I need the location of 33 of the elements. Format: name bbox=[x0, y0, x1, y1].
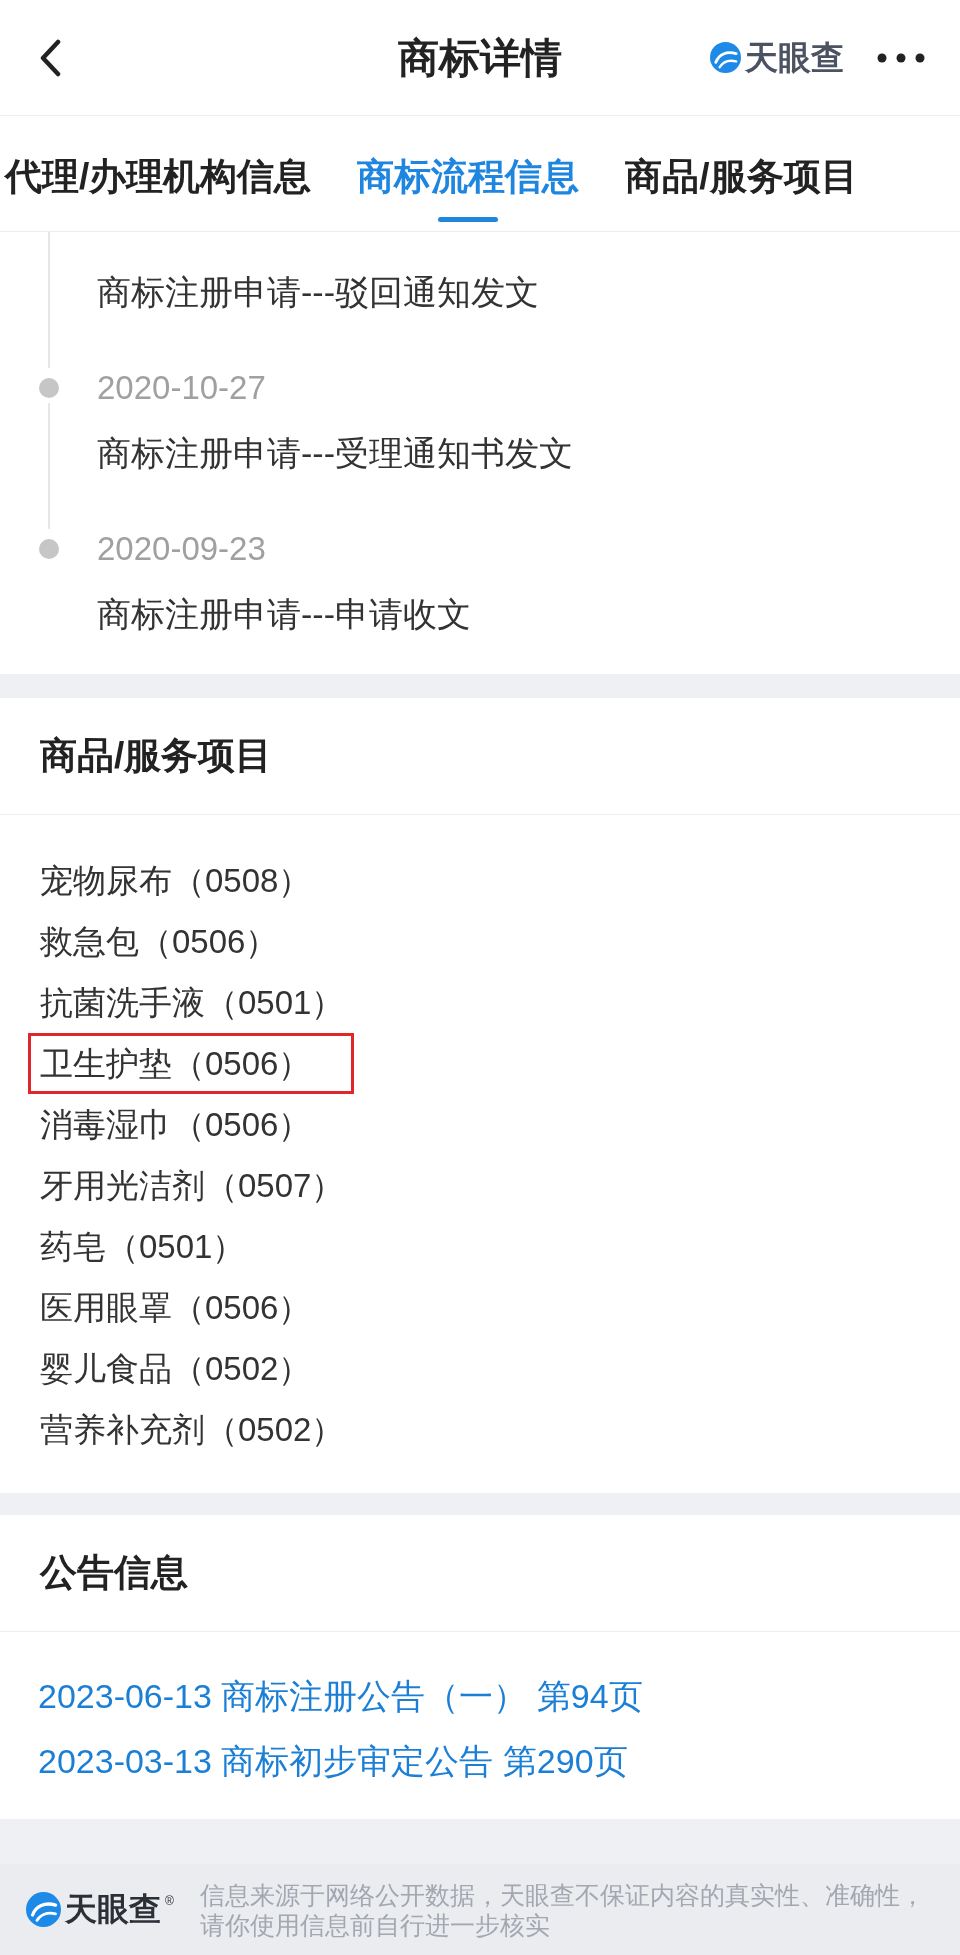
brand-logo-icon bbox=[26, 1892, 61, 1927]
announcement-link[interactable]: 2023-03-13 商标初步审定公告 第290页 bbox=[38, 1729, 628, 1794]
goods-item: 药皂（0501） bbox=[40, 1227, 246, 1267]
step-date: 2020-09-23 bbox=[97, 529, 267, 569]
goods-item: 婴儿食品（0502） bbox=[40, 1349, 312, 1389]
goods-item: 营养补充剂（0502） bbox=[40, 1410, 345, 1450]
step-title: 商标注册申请---受理通知书发文 bbox=[97, 433, 574, 474]
goods-item: 消毒湿巾（0506） bbox=[40, 1105, 312, 1145]
goods-item: 卫生护垫（0506） bbox=[28, 1033, 355, 1094]
goods-item: 救急包（0506） bbox=[40, 922, 279, 962]
page-title: 商标详情 bbox=[398, 33, 562, 83]
brand-name: 天眼查 bbox=[65, 1890, 161, 1929]
timeline-dot bbox=[38, 539, 59, 559]
more-icon[interactable] bbox=[877, 52, 925, 63]
goods-item: 牙用光洁剂（0507） bbox=[40, 1166, 345, 1206]
brand-logo-icon bbox=[710, 42, 741, 73]
brand-name: 天眼查 bbox=[745, 37, 844, 78]
step-title: 商标注册申请---申请收文 bbox=[97, 594, 472, 635]
registered-mark: ® bbox=[165, 1894, 174, 1909]
back-icon[interactable] bbox=[38, 38, 62, 77]
goods-item: 医用眼罩（0506） bbox=[40, 1288, 312, 1328]
tab[interactable]: 代理/办理机构信息 bbox=[5, 116, 312, 231]
timeline-dot bbox=[38, 378, 59, 398]
announcement-link[interactable]: 2023-06-13 商标注册公告（一） 第94页 bbox=[38, 1664, 643, 1729]
goods-item: 宠物尿布（0508） bbox=[40, 861, 312, 901]
step-title: 商标注册申请---驳回通知发文 bbox=[97, 272, 540, 313]
disclaimer-text: 信息来源于网络公开数据，天眼查不保证内容的真实性、准确性，请你使用信息前自行进一步核实 bbox=[199, 1879, 926, 1940]
goods-item: 抗菌洗手液（0501） bbox=[40, 983, 345, 1023]
tab[interactable]: 商品/服务项目 bbox=[625, 116, 858, 231]
section-heading: 公告信息 bbox=[0, 1515, 960, 1632]
step-date: 2020-10-27 bbox=[97, 368, 267, 408]
tab[interactable]: 商标流程信息 bbox=[357, 116, 580, 231]
section-heading: 商品/服务项目 bbox=[0, 698, 960, 815]
